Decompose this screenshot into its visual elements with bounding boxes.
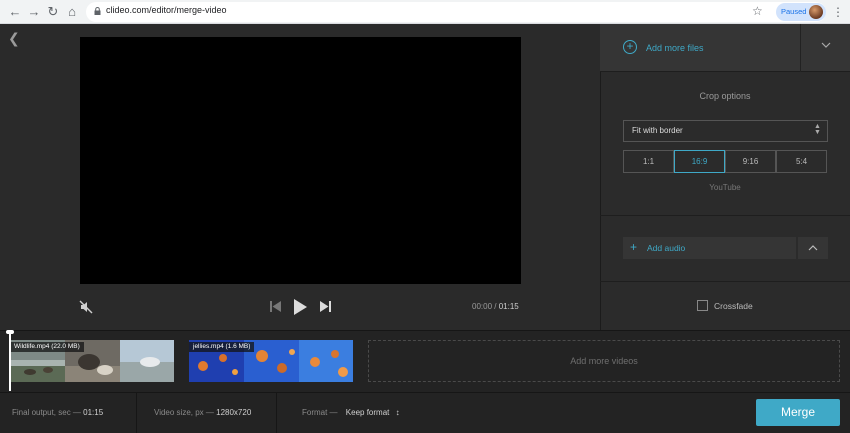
ratio-1-1-button[interactable]: 1:1 (623, 150, 674, 173)
bottom-bar (0, 392, 850, 433)
crossfade-label: Crossfade (714, 301, 753, 311)
time-current: 00:00 (472, 302, 493, 311)
ratio-5-4-button[interactable]: 5:4 (776, 150, 827, 173)
clip-label: Wildlife.mp4 (22.0 MB) (10, 342, 84, 352)
clip-thumbnail (120, 340, 174, 382)
clip-thumbnail (299, 340, 353, 382)
ratio-9-16-button[interactable]: 9:16 (725, 150, 776, 173)
merge-button[interactable]: Merge (756, 399, 840, 426)
avatar[interactable] (809, 5, 823, 19)
add-more-files-label: Add more files (646, 43, 704, 53)
video-size-label: Video size, px — (154, 408, 214, 417)
more-vert-icon[interactable]: ⋮ (832, 5, 844, 19)
panel-divider (600, 215, 850, 216)
forward-arrow-icon[interactable]: → (25, 3, 43, 21)
final-output-info: Final output, sec — 01:15 (12, 408, 103, 417)
plus-circle-icon: + (623, 40, 637, 54)
sort-arrows-icon: ↕ (395, 408, 400, 417)
crossfade-checkbox[interactable] (697, 300, 708, 311)
chevron-up-icon (808, 245, 818, 251)
add-more-videos-label: Add more videos (570, 356, 638, 366)
video-preview[interactable] (80, 37, 521, 284)
home-icon[interactable]: ⌂ (63, 3, 81, 21)
timeline-clip-jellies[interactable]: jellies.mp4 (1.6 MB) (189, 340, 353, 382)
format-value: Keep format (345, 408, 390, 417)
star-icon[interactable]: ☆ (752, 4, 763, 18)
final-output-label: Final output, sec — (12, 408, 81, 417)
mute-icon[interactable] (79, 300, 93, 314)
play-icon[interactable] (293, 299, 307, 315)
chevron-down-icon (821, 42, 831, 48)
playhead[interactable] (9, 331, 11, 391)
skip-previous-icon[interactable] (270, 301, 281, 312)
crop-mode-value: Fit with border (632, 126, 683, 135)
plus-icon: + (630, 240, 638, 254)
back-chevron-icon[interactable]: ❮ (8, 30, 20, 47)
time-display: 00:00 / 01:15 (472, 302, 519, 311)
panel-divider (600, 281, 850, 282)
time-separator: / (494, 302, 497, 311)
back-arrow-icon[interactable]: ← (6, 3, 24, 21)
playhead-handle[interactable] (6, 330, 14, 334)
bottom-bar-separator (136, 392, 137, 433)
crop-options-title: Crop options (699, 91, 751, 101)
time-total: 01:15 (498, 302, 519, 311)
profile-status-label: Paused (781, 7, 807, 16)
bottom-bar-separator (276, 392, 277, 433)
clip-label: jellies.mp4 (1.6 MB) (189, 342, 255, 352)
skip-next-icon[interactable] (320, 301, 331, 312)
ratio-caption: YouTube (709, 183, 741, 192)
ratio-16-9-button[interactable]: 16:9 (674, 150, 725, 173)
format-label: Format — (302, 408, 338, 417)
url-text: clideo.com/editor/merge-video (106, 5, 227, 15)
add-files-dropdown-button[interactable] (800, 24, 850, 72)
add-audio-label: Add audio (647, 243, 686, 253)
video-size-info: Video size, px — 1280x720 (154, 408, 251, 417)
select-arrows-icon: ▲ ▼ (814, 123, 821, 136)
final-output-value: 01:15 (83, 408, 104, 417)
reload-icon[interactable]: ↻ (44, 3, 62, 21)
video-size-value: 1280x720 (216, 408, 252, 417)
timeline-clip-wildlife[interactable]: Wildlife.mp4 (22.0 MB) (10, 340, 174, 382)
lock-icon (94, 7, 101, 15)
format-select[interactable]: Format — Keep format ↕ (302, 408, 400, 417)
